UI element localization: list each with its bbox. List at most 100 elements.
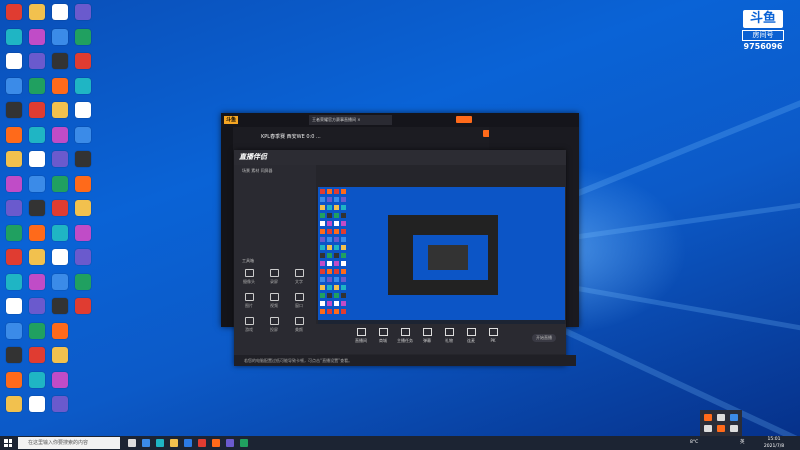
desktop-app-icon[interactable] <box>29 298 45 314</box>
desktop-app-icon[interactable] <box>29 396 45 412</box>
desktop-app-icon[interactable] <box>6 347 22 363</box>
desktop-app-icon[interactable] <box>75 175 91 192</box>
inner-titlebar[interactable]: 直播伴侣 <box>234 150 566 165</box>
tool-button[interactable]: 窗口 <box>290 293 308 309</box>
desktop-app-icon[interactable] <box>52 126 68 143</box>
desktop-app-icon[interactable] <box>52 53 68 69</box>
app-icon[interactable] <box>240 439 248 447</box>
windows-start-icon[interactable] <box>4 439 12 447</box>
desktop-app-icon[interactable] <box>75 273 91 290</box>
desktop-app-icon[interactable] <box>29 249 45 265</box>
bottom-toolbar-button[interactable]: 主播任务 <box>396 328 414 344</box>
desktop-app-icon[interactable] <box>75 151 91 167</box>
desktop-app-icon[interactable] <box>6 53 22 69</box>
tool-button[interactable]: 文字 <box>290 269 308 285</box>
desktop-app-icon[interactable] <box>6 396 22 412</box>
tool-button[interactable]: 投屏 <box>265 317 283 333</box>
desktop-app-icon[interactable] <box>52 151 68 167</box>
desktop-app-icon[interactable] <box>29 322 45 339</box>
desktop-app-icon[interactable] <box>6 200 22 216</box>
app-icon[interactable] <box>198 439 206 447</box>
tool-button[interactable]: 视频 <box>265 293 283 309</box>
window-tab[interactable]: 王者荣耀官方赛事直播间 × <box>309 115 392 125</box>
desktop-app-icon[interactable] <box>52 298 68 314</box>
bottom-toolbar-button[interactable]: 商城 <box>374 328 392 344</box>
open-button[interactable] <box>456 116 472 123</box>
desktop-app-icon[interactable] <box>52 396 68 412</box>
tool-button[interactable]: 游戏 <box>240 317 258 333</box>
desktop-app-icon[interactable] <box>75 249 91 265</box>
desktop-app-icon[interactable] <box>52 4 68 20</box>
desktop-app-icon[interactable] <box>75 4 91 20</box>
edge-icon[interactable] <box>142 439 150 447</box>
bottom-toolbar-button[interactable]: 弹幕 <box>418 328 436 344</box>
app-icon[interactable] <box>156 439 164 447</box>
desktop-app-icon[interactable] <box>29 151 45 167</box>
desktop-app-icon[interactable] <box>52 102 68 118</box>
desktop-app-icon[interactable] <box>29 126 45 143</box>
desktop-app-icon[interactable] <box>75 53 91 69</box>
desktop-app-icon[interactable] <box>52 224 68 241</box>
window-titlebar[interactable]: 斗鱼 王者荣耀官方赛事直播间 × <box>221 113 579 137</box>
explorer-icon[interactable] <box>170 439 178 447</box>
tool-button[interactable]: 摄像头 <box>240 269 258 285</box>
mirror-tab[interactable]: 同屏器 <box>261 168 273 173</box>
clock[interactable]: 15:01 2021/7/8 <box>760 436 788 450</box>
start-live-button[interactable]: 开始直播 <box>532 334 556 342</box>
desktop-app-icon[interactable] <box>6 298 22 314</box>
desktop-app-icon[interactable] <box>52 77 68 94</box>
desktop-app-icon[interactable] <box>29 28 45 45</box>
desktop-app-icon[interactable] <box>6 77 22 94</box>
desktop-app-icon[interactable] <box>75 28 91 45</box>
desktop-app-icon[interactable] <box>52 371 68 388</box>
desktop-app-icon[interactable] <box>75 102 91 118</box>
desktop-app-icon[interactable] <box>6 273 22 290</box>
desktop-app-icon[interactable] <box>29 371 45 388</box>
desktop-app-icon[interactable] <box>52 322 68 339</box>
desktop-app-icon[interactable] <box>75 224 91 241</box>
tool-button[interactable]: 录屏 <box>265 269 283 285</box>
bottom-toolbar-button[interactable]: 直播间 <box>352 328 370 344</box>
desktop-app-icon[interactable] <box>75 298 91 314</box>
desktop-app-icon[interactable] <box>75 200 91 216</box>
desktop-app-icon[interactable] <box>52 175 68 192</box>
desktop-app-icon[interactable] <box>29 53 45 69</box>
app-icon[interactable] <box>226 439 234 447</box>
desktop-app-icon[interactable] <box>29 102 45 118</box>
desktop-app-icon[interactable] <box>52 273 68 290</box>
bottom-toolbar-button[interactable]: 礼物 <box>440 328 458 344</box>
desktop-app-icon[interactable] <box>6 224 22 241</box>
store-icon[interactable] <box>184 439 192 447</box>
douyu-taskbar-icon[interactable] <box>212 439 220 447</box>
desktop-app-icon[interactable] <box>75 77 91 94</box>
weather-temp[interactable]: 8°C <box>690 436 698 450</box>
taskbar-search-input[interactable]: 在这里输入你要搜索的内容 <box>18 437 120 449</box>
desktop-app-icon[interactable] <box>29 273 45 290</box>
desktop-app-icon[interactable] <box>6 151 22 167</box>
tool-button[interactable]: 美颜 <box>290 317 308 333</box>
bottom-toolbar-button[interactable]: 连麦 <box>462 328 480 344</box>
desktop-app-icon[interactable] <box>75 126 91 143</box>
desktop-app-icon[interactable] <box>6 4 22 20</box>
desktop-app-icon[interactable] <box>6 249 22 265</box>
material-tab[interactable]: 素材 <box>251 168 259 173</box>
bottom-toolbar-button[interactable]: PK <box>484 328 502 343</box>
desktop-app-icon[interactable] <box>6 322 22 339</box>
desktop-app-icon[interactable] <box>29 77 45 94</box>
task-view-icon[interactable] <box>128 439 136 447</box>
desktop-app-icon[interactable] <box>6 126 22 143</box>
tray-popup[interactable] <box>700 410 742 436</box>
desktop-app-icon[interactable] <box>6 28 22 45</box>
desktop-app-icon[interactable] <box>29 175 45 192</box>
tool-button[interactable]: 图片 <box>240 293 258 309</box>
desktop-app-icon[interactable] <box>6 102 22 118</box>
ime-indicator[interactable]: 英 <box>740 436 745 450</box>
desktop-app-icon[interactable] <box>52 347 68 363</box>
desktop-app-icon[interactable] <box>29 200 45 216</box>
desktop-app-icon[interactable] <box>6 175 22 192</box>
desktop-app-icon[interactable] <box>52 200 68 216</box>
desktop-app-icon[interactable] <box>29 224 45 241</box>
desktop-app-icon[interactable] <box>52 28 68 45</box>
live-companion-window[interactable]: 直播伴侣 场景 素材 同屏器 工具箱 摄像头 录屏 文字 图片 视频 窗口 游戏 投屏 美颜 直… <box>234 150 576 366</box>
desktop-app-icon[interactable] <box>52 249 68 265</box>
